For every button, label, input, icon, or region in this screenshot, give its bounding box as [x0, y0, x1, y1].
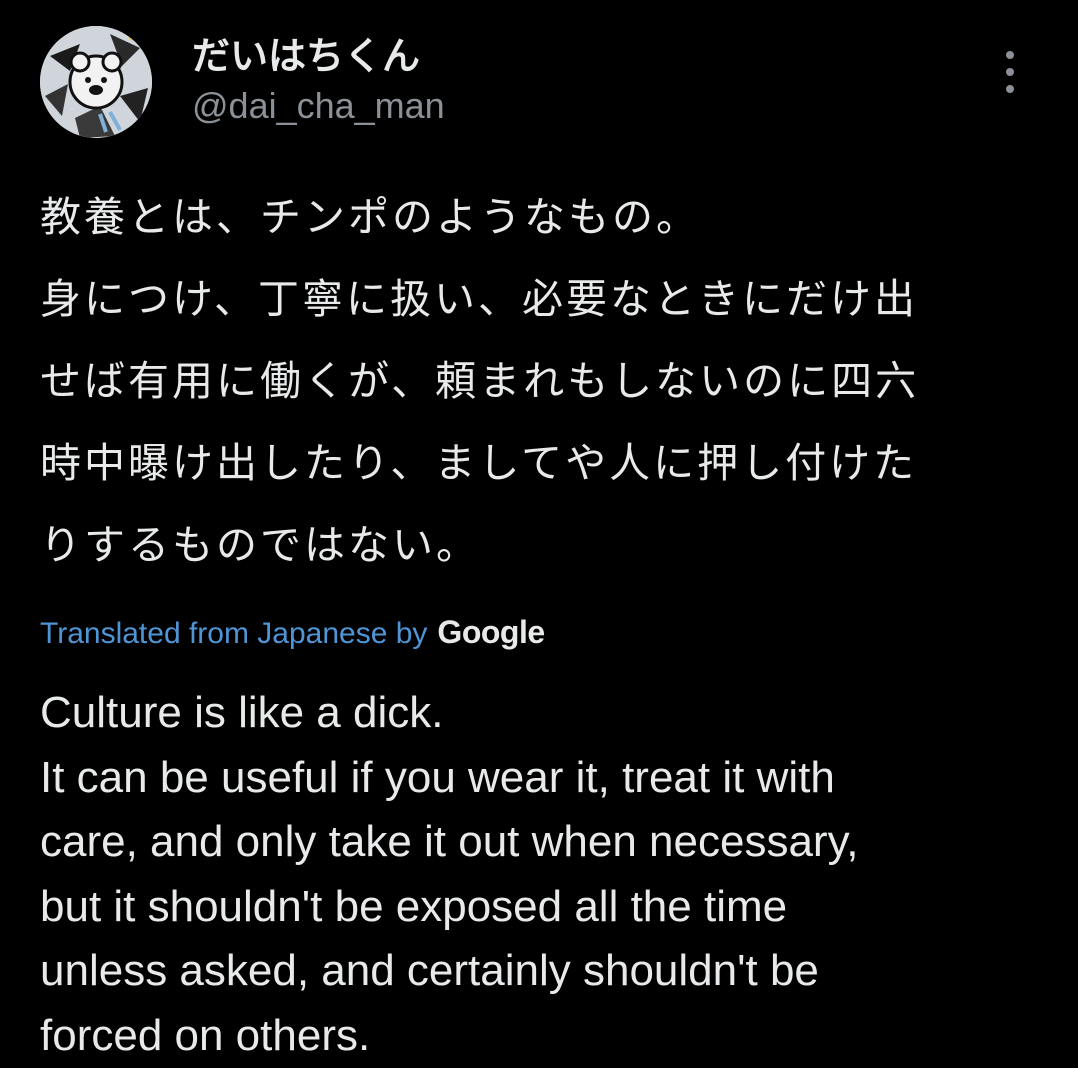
original-text-line: 教養とは、チンポのようなもの。 — [40, 176, 1038, 258]
more-vertical-icon — [1006, 85, 1014, 93]
tweet-header: だいはちくん @dai_cha_man — [40, 24, 1038, 142]
translated-text-line: Culture is like a dick. — [40, 681, 1038, 746]
original-text-line: 身につけ、丁寧に扱い、必要なときにだけ出 — [40, 258, 1038, 340]
original-text-line: せば有用に働くが、頼まれもしないのに四六 — [40, 340, 1038, 422]
original-text-line: 時中曝け出したり、ましてや人に押し付けた — [40, 422, 1038, 504]
translated-text-line: It can be useful if you wear it, treat i… — [40, 746, 1038, 811]
tweet: だいはちくん @dai_cha_man 教養とは、チンポのようなもの。 身につけ… — [0, 0, 1078, 1046]
translated-text-line: unless asked, and certainly shouldn't be — [40, 939, 1038, 1004]
translated-text-line: care, and only take it out when necessar… — [40, 810, 1038, 875]
more-vertical-icon — [1006, 68, 1014, 76]
user-handle[interactable]: @dai_cha_man — [192, 84, 445, 128]
original-text-line: りするものではない。 — [40, 504, 1038, 586]
tweet-translated-text: Culture is like a dick. It can be useful… — [40, 681, 1038, 1068]
more-options-button[interactable] — [990, 42, 1030, 102]
translated-text-line: forced on others. — [40, 1004, 1038, 1068]
author-names: だいはちくん @dai_cha_man — [192, 32, 445, 128]
google-logo: Google — [437, 614, 544, 651]
display-name[interactable]: だいはちくん — [192, 32, 445, 80]
translation-attribution: Translated from Japanese by Google — [40, 614, 1038, 651]
translated-from-link[interactable]: Translated from Japanese by — [40, 617, 427, 651]
more-vertical-icon — [1006, 51, 1014, 59]
tweet-original-text: 教養とは、チンポのようなもの。 身につけ、丁寧に扱い、必要なときにだけ出 せば有… — [40, 176, 1038, 586]
avatar[interactable] — [40, 26, 152, 138]
avatar-icon — [40, 26, 152, 138]
translated-text-line: but it shouldn't be exposed all the time — [40, 875, 1038, 940]
